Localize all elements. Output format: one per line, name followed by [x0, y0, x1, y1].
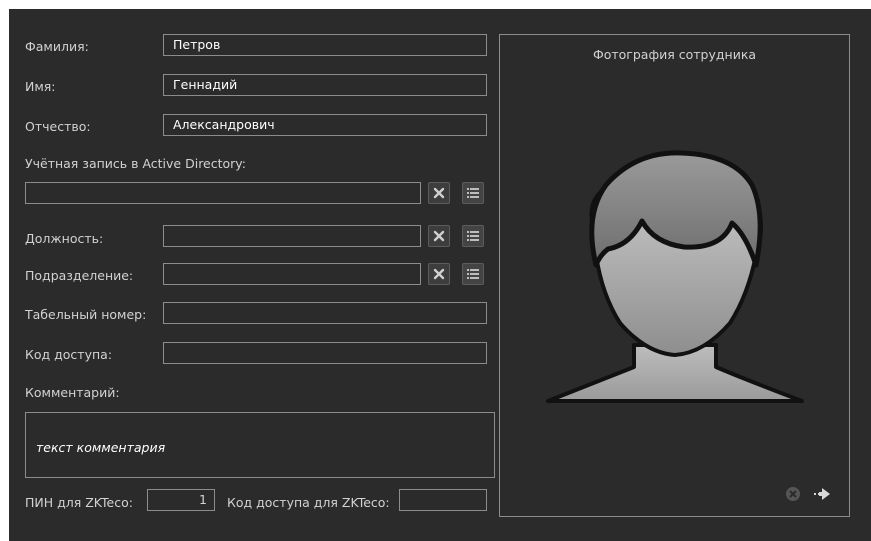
position-clear-button[interactable] — [428, 225, 450, 247]
zk-pin-label: ПИН для ZKTeco: — [25, 495, 133, 510]
department-clear-button[interactable] — [428, 263, 450, 285]
department-label: Подразделение: — [25, 268, 134, 283]
comment-textarea[interactable]: текст комментария — [25, 412, 495, 478]
list-icon — [467, 188, 479, 198]
position-select-button[interactable] — [462, 225, 484, 247]
close-x-icon — [433, 230, 445, 242]
import-arrow-icon[interactable] — [812, 485, 834, 503]
ad-account-select-button[interactable] — [462, 182, 484, 204]
zk-access-code-field[interactable] — [399, 489, 487, 511]
list-icon — [467, 231, 479, 241]
patronymic-label: Отчество: — [25, 119, 91, 134]
list-icon — [467, 269, 479, 279]
employee-photo-box: Фотография сотрудника — [499, 34, 850, 517]
personnel-number-field[interactable] — [163, 302, 487, 324]
position-field[interactable] — [163, 225, 421, 247]
access-code-label: Код доступа: — [25, 347, 113, 362]
department-field[interactable] — [163, 263, 421, 285]
photo-title: Фотография сотрудника — [592, 47, 757, 62]
last-name-label: Фамилия: — [25, 39, 89, 54]
remove-circle-icon[interactable] — [785, 486, 801, 502]
zk-access-code-label: Код доступа для ZKTeco: — [227, 495, 390, 510]
first-name-field[interactable]: Геннадий — [163, 74, 487, 96]
department-select-button[interactable] — [462, 263, 484, 285]
comment-label: Комментарий: — [25, 385, 120, 400]
ad-account-field[interactable] — [25, 182, 421, 204]
patronymic-field[interactable]: Александрович — [163, 114, 487, 136]
zk-pin-field[interactable]: 1 — [147, 489, 215, 511]
close-x-icon — [433, 268, 445, 280]
employee-card-panel: Фамилия: Петров Имя: Геннадий Отчество: … — [9, 9, 871, 541]
close-x-icon — [433, 187, 445, 199]
personnel-number-label: Табельный номер: — [25, 307, 147, 322]
last-name-field[interactable]: Петров — [163, 34, 487, 56]
position-label: Должность: — [25, 231, 104, 246]
ad-account-clear-button[interactable] — [428, 182, 450, 204]
first-name-label: Имя: — [25, 79, 56, 94]
ad-account-label: Учётная запись в Active Directory: — [25, 156, 247, 171]
access-code-field[interactable] — [163, 342, 487, 364]
person-silhouette-icon — [546, 150, 804, 403]
